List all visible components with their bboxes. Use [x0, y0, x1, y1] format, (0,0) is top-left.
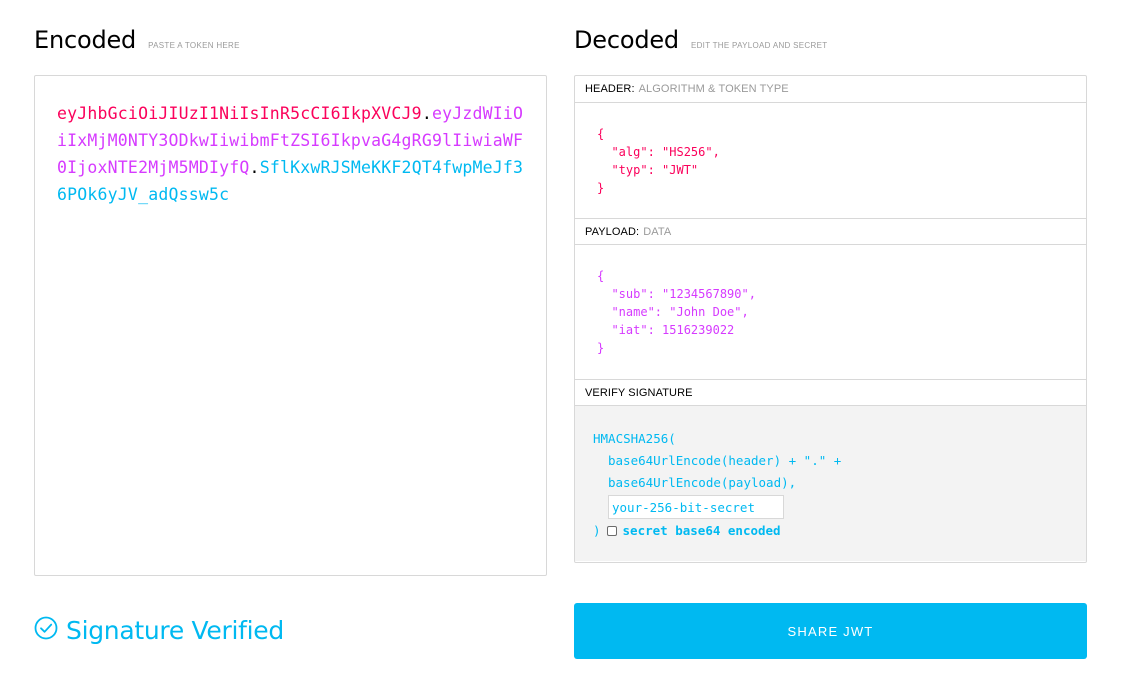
verify-section-title: VERIFY SIGNATURE	[575, 379, 1086, 406]
encoded-heading: Encoded	[34, 26, 137, 54]
header-json-line: "alg": "HS256",	[597, 145, 720, 159]
secret-input[interactable]	[608, 495, 784, 519]
verify-section-label: VERIFY SIGNATURE	[585, 386, 693, 399]
payload-encode-line: base64UrlEncode(payload),	[608, 475, 797, 490]
header-section-sublabel: ALGORITHM & TOKEN TYPE	[638, 83, 789, 95]
header-section-title: HEADER: ALGORITHM & TOKEN TYPE	[575, 76, 1086, 103]
verify-signature-body: HMACSHA256( base64UrlEncode(header) + ".…	[575, 406, 1086, 561]
token-header-part: eyJhbGciOiJIUzI1NiIsInR5cCI6IkpXVCJ9	[57, 104, 422, 123]
signature-status-text: Signature Verified	[66, 616, 284, 645]
payload-section-title: PAYLOAD: DATA	[575, 218, 1086, 245]
hmac-function-open: HMACSHA256(	[593, 431, 676, 446]
header-json-line: }	[597, 181, 605, 195]
header-json-line: {	[597, 127, 605, 141]
payload-section-label: PAYLOAD:	[585, 225, 640, 238]
header-encode-line: base64UrlEncode(header) + "." +	[608, 453, 842, 468]
payload-json-line: "name": "John Doe",	[597, 305, 749, 319]
payload-json-line: "sub": "1234567890",	[597, 287, 756, 301]
payload-section-sublabel: DATA	[643, 225, 672, 238]
base64-option-row: ) secret base64 encoded	[593, 520, 1086, 542]
share-jwt-button[interactable]: SHARE JWT	[574, 603, 1087, 659]
decoded-heading: Decoded	[574, 26, 679, 54]
check-circle-icon	[34, 616, 58, 645]
token-separator: .	[421, 104, 432, 123]
payload-json-line: "iat": 1516239022	[597, 323, 735, 337]
encoded-title: Encoded PASTE A TOKEN HERE	[34, 26, 240, 54]
secret-base64-label[interactable]: secret base64 encoded	[623, 520, 781, 542]
header-section-label: HEADER:	[585, 83, 635, 95]
payload-json-line: {	[597, 269, 605, 283]
token-separator: .	[249, 158, 260, 177]
decoded-title: Decoded EDIT THE PAYLOAD AND SECRET	[574, 26, 827, 54]
signature-status: Signature Verified	[34, 616, 284, 645]
header-json-line: "typ": "JWT"	[597, 163, 699, 177]
decoded-subheading: EDIT THE PAYLOAD AND SECRET	[690, 41, 828, 50]
header-json-editor[interactable]: { "alg": "HS256", "typ": "JWT" }	[575, 103, 1086, 218]
hmac-function-close: )	[593, 523, 601, 538]
encoded-token-text[interactable]: eyJhbGciOiJIUzI1NiIsInR5cCI6IkpXVCJ9.eyJ…	[57, 100, 527, 208]
encoded-token-editor[interactable]: eyJhbGciOiJIUzI1NiIsInR5cCI6IkpXVCJ9.eyJ…	[34, 75, 547, 576]
encoded-subheading: PASTE A TOKEN HERE	[148, 41, 240, 50]
payload-json-editor[interactable]: { "sub": "1234567890", "name": "John Doe…	[575, 245, 1086, 379]
secret-base64-checkbox[interactable]	[606, 526, 617, 536]
decoded-panel: HEADER: ALGORITHM & TOKEN TYPE { "alg": …	[574, 75, 1087, 563]
payload-json-line: }	[597, 341, 605, 355]
